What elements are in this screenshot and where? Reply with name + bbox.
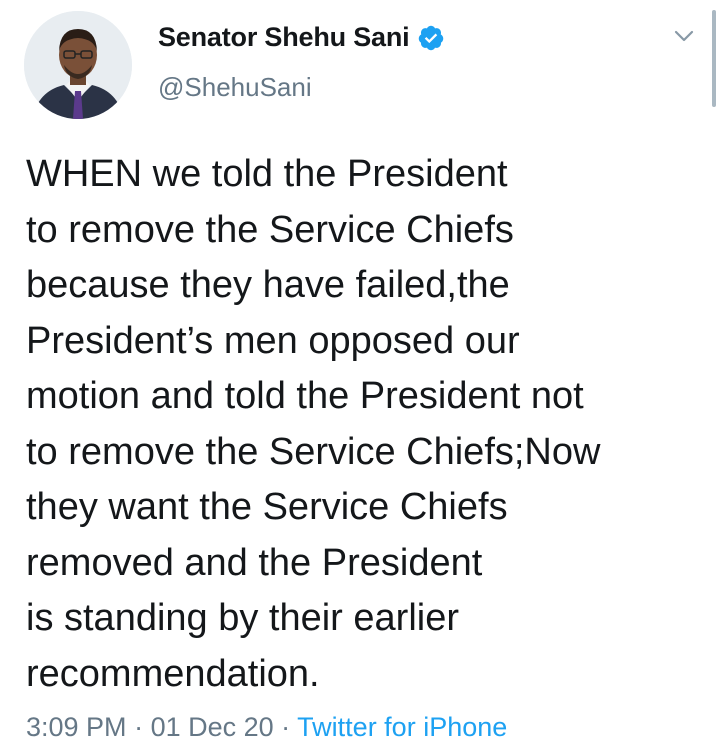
tweet-text-line: removed and the President <box>26 541 483 584</box>
tweet-metadata: 3:09 PM · 01 Dec 20 · Twitter for iPhone <box>26 712 507 743</box>
meta-separator: · <box>273 712 298 742</box>
chevron-down-icon[interactable] <box>672 24 696 48</box>
avatar[interactable] <box>24 11 132 119</box>
tweet-date[interactable]: 01 Dec 20 <box>151 712 274 742</box>
tweet-text-line: motion and told the President not <box>26 375 584 417</box>
tweet-text-line: is standing by their earlier <box>26 597 459 639</box>
tweet-text: WHEN we told the President to remove the… <box>26 147 716 702</box>
tweet-text-line: to remove the Service Chiefs <box>26 208 514 251</box>
tweet-text-line: recommendation. <box>26 652 320 695</box>
tweet-text-line: to remove the Service Chiefs;Now <box>26 430 601 473</box>
scrollbar[interactable] <box>712 10 716 107</box>
tweet-text-line: they want the Service Chiefs <box>26 486 508 528</box>
author-name-row: Senator Shehu Sani <box>158 22 445 53</box>
tweet-source-link[interactable]: Twitter for iPhone <box>297 712 507 742</box>
tweet-text-line: WHEN we told the President <box>26 153 508 195</box>
tweet-card: Senator Shehu Sani @ShehuSani WHEN we to… <box>0 0 720 754</box>
author-display-name[interactable]: Senator Shehu Sani <box>158 22 410 53</box>
meta-separator: · <box>126 712 151 742</box>
author-handle[interactable]: @ShehuSani <box>158 72 312 103</box>
verified-badge-icon <box>417 24 445 52</box>
avatar-image <box>24 11 132 119</box>
tweet-time[interactable]: 3:09 PM <box>26 712 127 742</box>
tweet-text-line: because they have failed,the <box>26 264 510 306</box>
tweet-text-line: President’s men opposed our <box>26 319 520 362</box>
